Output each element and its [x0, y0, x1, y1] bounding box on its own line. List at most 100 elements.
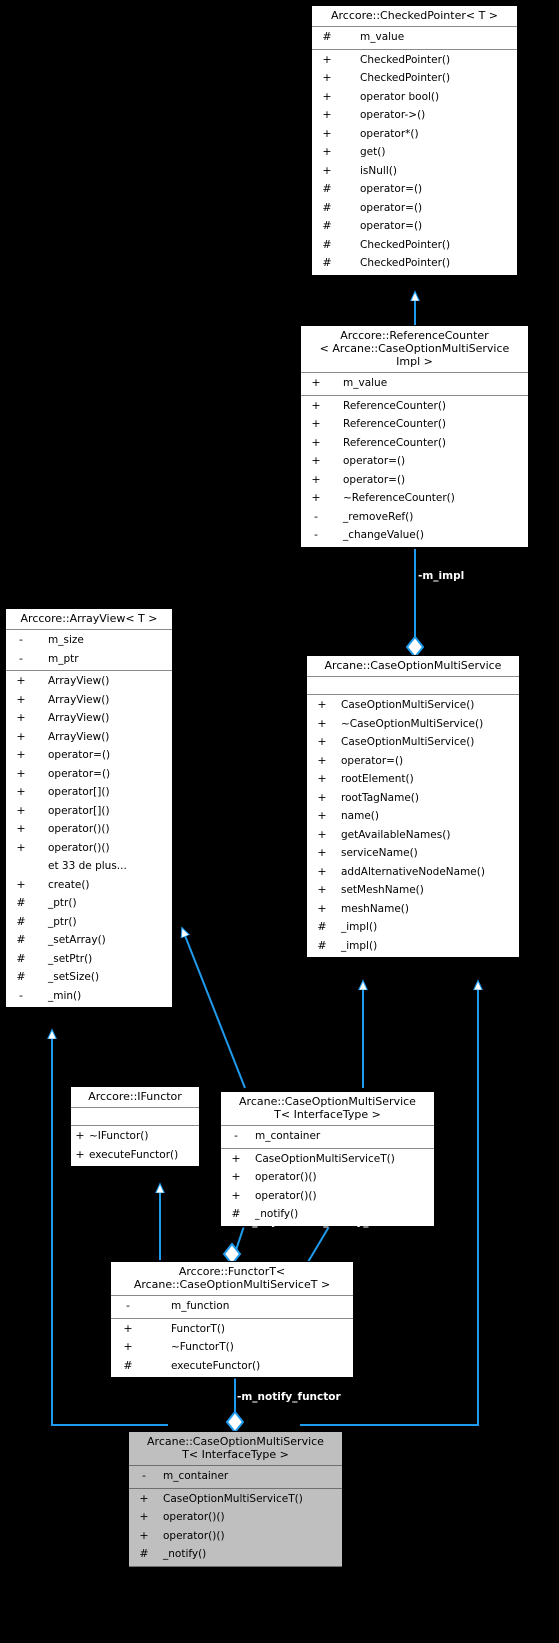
class-method: # operator=() [312, 180, 517, 199]
class-node-functor-t[interactable]: Arccore::FunctorT< Arcane::CaseOptionMul… [110, 1261, 354, 1378]
class-method: + operator[]() [6, 783, 172, 802]
methods-compartment: + CaseOptionMultiServiceT() + operator()()… [221, 1149, 434, 1226]
class-title: Arcane::CaseOptionMultiService T< Interf… [221, 1092, 434, 1126]
member-name: operator bool() [360, 90, 440, 103]
class-method: + ArrayView() [6, 728, 172, 747]
visibility-marker: + [16, 840, 26, 854]
member-name: ~ReferenceCounter() [343, 492, 455, 504]
member-name: executeFunctor() [171, 1359, 261, 1372]
member-name: _ptr() [48, 897, 77, 909]
class-method: + isNull() [312, 162, 517, 181]
member-name: operator()() [163, 1511, 225, 1523]
class-method: + CaseOptionMultiService() [307, 696, 519, 715]
class-method: + operator()() [221, 1187, 434, 1206]
visibility-marker: - [314, 528, 318, 541]
class-method: + ArrayView() [6, 672, 172, 691]
visibility-marker: + [311, 472, 321, 486]
class-method: # operator=() [312, 199, 517, 218]
class-method: + operator=() [6, 746, 172, 765]
visibility-marker: + [317, 772, 327, 785]
visibility-marker: + [16, 729, 26, 743]
class-method: - _min() [6, 987, 172, 1006]
class-method: # _setPtr() [6, 950, 172, 969]
visibility-marker: + [317, 735, 327, 748]
visibility-marker: + [311, 376, 321, 389]
class-title: Arcane::CaseOptionMultiService T< Interf… [129, 1432, 342, 1466]
visibility-marker: # [322, 237, 332, 251]
member-name: ReferenceCounter() [343, 399, 447, 412]
visibility-marker: + [123, 1321, 133, 1335]
member-name: isNull() [360, 164, 397, 177]
edge-inherit-mid-t-to-arrayview [182, 928, 246, 1089]
visibility-marker: + [311, 398, 321, 412]
class-method: + ArrayView() [6, 691, 172, 710]
member-name: addAlternativeNodeName() [341, 865, 485, 878]
class-method: + operator bool() [312, 88, 517, 107]
class-node-checked-pointer[interactable]: Arccore::CheckedPointer< T > # m_value +… [311, 5, 518, 276]
attributes-compartment: # m_value [312, 27, 517, 50]
class-method: + getAvailableNames() [307, 826, 519, 845]
visibility-marker: + [311, 491, 321, 504]
visibility-marker: - [126, 1299, 130, 1312]
visibility-marker: + [317, 827, 327, 841]
class-method: # _setArray() [6, 931, 172, 950]
class-method: + rootElement() [307, 770, 519, 789]
visibility-marker: # [322, 182, 332, 195]
member-name: operator=() [341, 754, 404, 767]
class-node-ifunctor[interactable]: Arccore::IFunctor + ~IFunctor() + executeF… [70, 1086, 200, 1167]
class-attribute: - m_ptr [6, 650, 172, 669]
member-name: ArrayView() [48, 675, 110, 687]
class-title-line: Arcane::CaseOptionMultiService [147, 1435, 324, 1448]
class-method: + CaseOptionMultiService() [307, 733, 519, 752]
class-title-line: Arccore::FunctorT< [178, 1265, 286, 1278]
class-method: + CaseOptionMultiServiceT() [221, 1150, 434, 1169]
visibility-marker: + [231, 1170, 241, 1183]
class-node-array-view[interactable]: Arccore::ArrayView< T > - m_size - m_ptr +… [5, 608, 173, 1008]
member-name: serviceName() [341, 847, 418, 859]
member-name: operator=() [360, 183, 423, 195]
visibility-marker: - [234, 1129, 238, 1142]
member-name: getAvailableNames() [341, 828, 451, 841]
class-method: + ~CaseOptionMultiService() [307, 715, 519, 734]
visibility-marker: + [317, 716, 327, 730]
class-node-case-option-multi-service-t-middle[interactable]: Arcane::CaseOptionMultiService T< Interf… [220, 1091, 435, 1227]
member-name: operator()() [163, 1529, 225, 1542]
attributes-compartment: - m_function [111, 1296, 353, 1319]
member-name: executeFunctor() [89, 1148, 179, 1161]
visibility-marker: + [16, 711, 26, 724]
visibility-marker: + [322, 126, 332, 140]
visibility-marker: + [322, 71, 332, 84]
diagram-canvas: Arccore::CheckedPointer< T > # m_value +… [0, 0, 559, 1643]
visibility-marker: + [317, 864, 327, 878]
class-method: + name() [307, 807, 519, 826]
visibility-marker: - [314, 509, 318, 523]
edge-label-m-impl: -m_impl [418, 570, 465, 582]
class-method: + CaseOptionMultiServiceT() [129, 1490, 342, 1509]
class-node-reference-counter[interactable]: Arccore::ReferenceCounter < Arcane::Case… [300, 325, 529, 548]
attributes-compartment: - m_size - m_ptr [6, 630, 172, 671]
member-name: ReferenceCounter() [343, 418, 447, 430]
member-name: operator()() [48, 823, 110, 835]
methods-compartment: + CaseOptionMultiService() + ~CaseOptionMu… [307, 695, 519, 957]
member-name: get() [360, 146, 386, 158]
member-name: operator=() [360, 201, 423, 214]
visibility-marker: + [16, 748, 26, 761]
class-method: + ~IFunctor() [71, 1127, 199, 1146]
visibility-marker: # [16, 951, 26, 965]
class-method: # _ptr() [6, 894, 172, 913]
member-name: meshName() [341, 902, 409, 915]
class-node-case-option-multi-service[interactable]: Arcane::CaseOptionMultiService + CaseOpti… [306, 655, 520, 958]
visibility-marker: # [322, 200, 332, 214]
methods-compartment: + ArrayView() + ArrayView() + ArrayView() +… [6, 671, 172, 1007]
visibility-marker: + [317, 846, 327, 859]
visibility-marker: + [75, 1129, 85, 1142]
class-method: + CheckedPointer() [312, 69, 517, 88]
class-method: + addAlternativeNodeName() [307, 863, 519, 882]
visibility-marker: + [322, 89, 332, 103]
visibility-marker: - [19, 988, 23, 1002]
visibility-marker: + [75, 1147, 85, 1161]
member-name: m_value [360, 31, 405, 43]
class-method-more: et 33 de plus... [6, 857, 172, 876]
class-method: + ReferenceCounter() [301, 415, 528, 434]
class-node-case-option-multi-service-t-highlighted[interactable]: Arcane::CaseOptionMultiService T< Interf… [128, 1431, 343, 1568]
